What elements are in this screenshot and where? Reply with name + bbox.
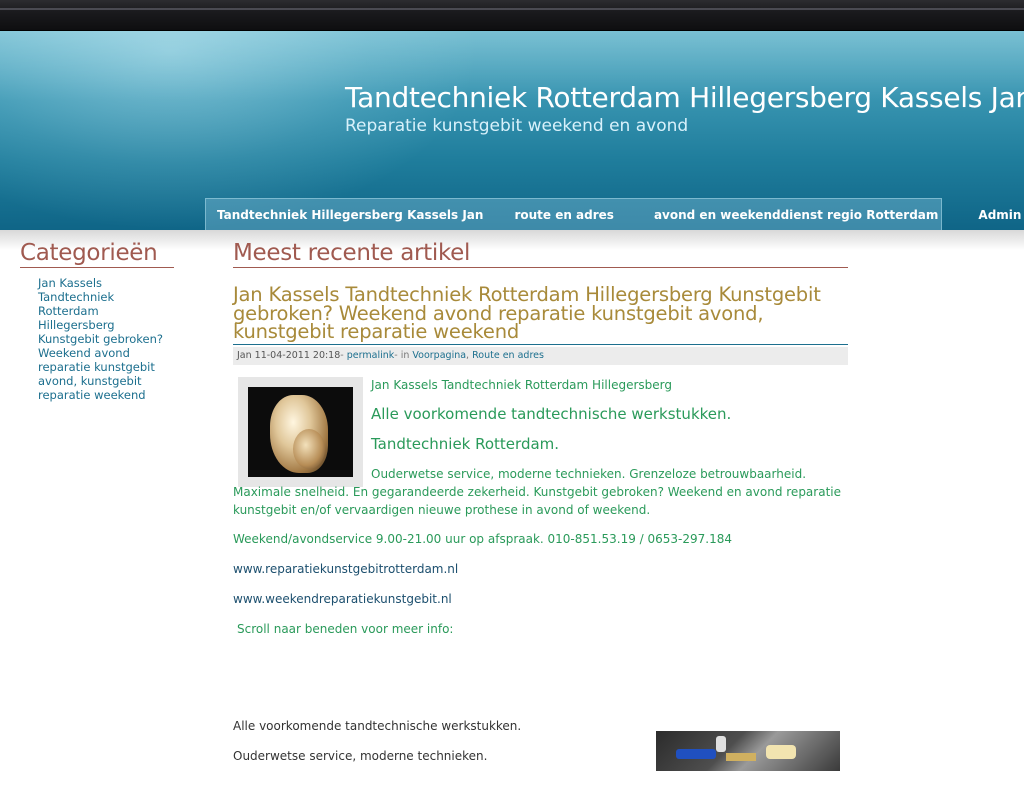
post-paragraph-2: Alle voorkomende tandtechnische werkstuk… [233,718,522,733]
post-title: Jan Kassels Tandtechniek Rotterdam Hille… [233,283,848,345]
post-link-1: www.reparatiekunstgebitrotterdam.nl [233,562,458,576]
permalink-link[interactable]: permalink [347,350,395,361]
post-paragraph-1: Ouderwetse service, moderne technieken. … [233,466,841,517]
post-phone-line: Weekend/avondservice 9.00-21.00 uur op a… [233,531,733,546]
category-link-voorpagina[interactable]: Voorpagina [412,350,466,361]
meta-in-label: - in [394,349,410,361]
post-headline-2: Tandtechniek Rotterdam. [371,434,560,453]
main-content: Meest recente artikel Jan Kassels Tandte… [233,240,848,797]
main-nav: Tandtechniek Hillegersberg Kassels Jan r… [205,198,1021,230]
nav-item-avond-weekenddienst[interactable]: avond en weekenddienst regio Rotterdam [634,208,958,222]
category-link[interactable]: Jan Kassels Tandtechniek Rotterdam Hille… [38,276,178,402]
nav-item-admin[interactable]: Admin [958,208,1024,222]
sidebar-heading: Categorieën [20,240,174,268]
top-bar [0,0,1024,31]
site-title[interactable]: Tandtechniek Rotterdam Hillegersberg Kas… [345,81,1024,114]
lab-photo-detail [716,736,726,752]
post-title-link[interactable]: Jan Kassels Tandtechniek Rotterdam Hille… [233,283,821,343]
category-link-route[interactable]: Route en adres [472,350,544,361]
site-subtitle: Reparatie kunstgebit weekend en avond [345,116,689,136]
lab-photo-detail [726,753,756,761]
meta-separator: - [340,349,344,361]
nav-item-route[interactable]: route en adres [494,208,634,222]
meta-comma: , [466,349,470,361]
lab-photo[interactable] [656,731,840,771]
website-link-weekend[interactable]: www.weekendreparatiekunstgebit.nl [233,592,452,606]
category-item: Jan Kassels Tandtechniek Rotterdam Hille… [38,276,175,402]
website-link-reparatie[interactable]: www.reparatiekunstgebitrotterdam.nl [233,562,458,576]
nav-item-home[interactable]: Tandtechniek Hillegersberg Kassels Jan [206,208,494,222]
tooth-shape-secondary [293,428,325,469]
section-heading: Meest recente artikel [233,240,848,268]
lab-photo-detail [676,749,716,759]
post-date: Jan 11-04-2011 20:18 [237,349,341,361]
post-meta: Jan 11-04-2011 20:18- permalink- in Voor… [233,346,848,365]
site-header: Tandtechniek Rotterdam Hillegersberg Kas… [0,31,1024,230]
lab-photo-detail [766,745,796,759]
sidebar: Categorieën Jan Kassels Tandtechniek Rot… [20,240,175,402]
post-link-2: www.weekendreparatiekunstgebit.nl [233,592,452,606]
post-headline-1: Alle voorkomende tandtechnische werkstuk… [371,404,732,423]
post-paragraph-3: Ouderwetse service, moderne technieken. [233,748,488,763]
scroll-hint: Scroll naar beneden voor meer info: [237,621,454,636]
crown-photo[interactable] [248,386,353,477]
post-intro: Jan Kassels Tandtechniek Rotterdam Hille… [371,377,672,392]
category-list: Jan Kassels Tandtechniek Rotterdam Hille… [38,276,175,402]
